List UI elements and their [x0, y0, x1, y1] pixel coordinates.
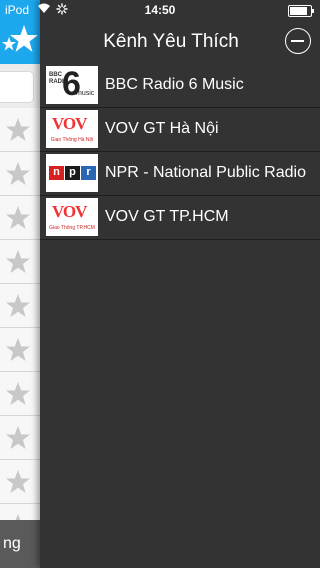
list-item[interactable]: VOV Giao Thông TP.HCM VOV GT TP.HCM: [40, 196, 320, 240]
station-name: VOV GT TP.HCM: [105, 208, 229, 225]
list-item[interactable]: [0, 460, 40, 504]
star-icon[interactable]: [5, 161, 31, 187]
underlying-menu-panel: ng: [0, 0, 40, 568]
remove-icon[interactable]: [285, 28, 311, 54]
search-input[interactable]: [0, 71, 34, 103]
list-item[interactable]: [0, 372, 40, 416]
status-time: 14:50: [144, 3, 176, 17]
npr-logo: n p r: [46, 154, 98, 192]
status-bar: iPod 14:50: [0, 0, 320, 20]
list-item[interactable]: [0, 416, 40, 460]
vov-giao-thong-ha-noi-logo: VOV Giao Thông Hà Nội: [46, 110, 98, 148]
list-item[interactable]: [0, 240, 40, 284]
list-item[interactable]: [0, 328, 40, 372]
star-icon[interactable]: [5, 117, 31, 143]
list-item[interactable]: [0, 152, 40, 196]
favorites-list: BBC RADIO 6 music BBC Radio 6 Music VOV G…: [40, 64, 320, 240]
list-item[interactable]: [0, 196, 40, 240]
vov-giao-thong-tphcm-logo: VOV Giao Thông TP.HCM: [46, 198, 98, 236]
favorites-panel: Kênh Yêu Thích BBC RADIO 6 music BBC Radi…: [40, 0, 320, 568]
star-icon[interactable]: [5, 425, 31, 451]
list-item[interactable]: n p r NPR - National Public Radio: [40, 152, 320, 196]
battery-icon: [288, 5, 314, 17]
bottom-tab-bar[interactable]: ng: [0, 520, 40, 568]
star-icon[interactable]: [5, 205, 31, 231]
list-item[interactable]: [0, 284, 40, 328]
list-item[interactable]: BBC RADIO 6 music BBC Radio 6 Music: [40, 64, 320, 108]
search-bar: [0, 64, 40, 108]
nav-bar: Kênh Yêu Thích: [40, 20, 320, 64]
star-icon[interactable]: [5, 469, 31, 495]
station-name: BBC Radio 6 Music: [105, 76, 244, 93]
favorites-stars-icon[interactable]: [0, 23, 40, 59]
bbc-radio-6-music-logo: BBC RADIO 6 music: [46, 66, 98, 104]
star-icon[interactable]: [5, 337, 31, 363]
page-title: Kênh Yêu Thích: [103, 31, 239, 52]
station-name: VOV GT Hà Nội: [105, 120, 219, 137]
star-icon[interactable]: [5, 249, 31, 275]
list-item[interactable]: VOV Giao Thông Hà Nội VOV GT Hà Nội: [40, 108, 320, 152]
station-name: NPR - National Public Radio: [105, 164, 306, 181]
star-icon[interactable]: [5, 293, 31, 319]
list-item[interactable]: [0, 108, 40, 152]
bottom-tab-label: ng: [3, 535, 21, 552]
star-icon[interactable]: [5, 381, 31, 407]
